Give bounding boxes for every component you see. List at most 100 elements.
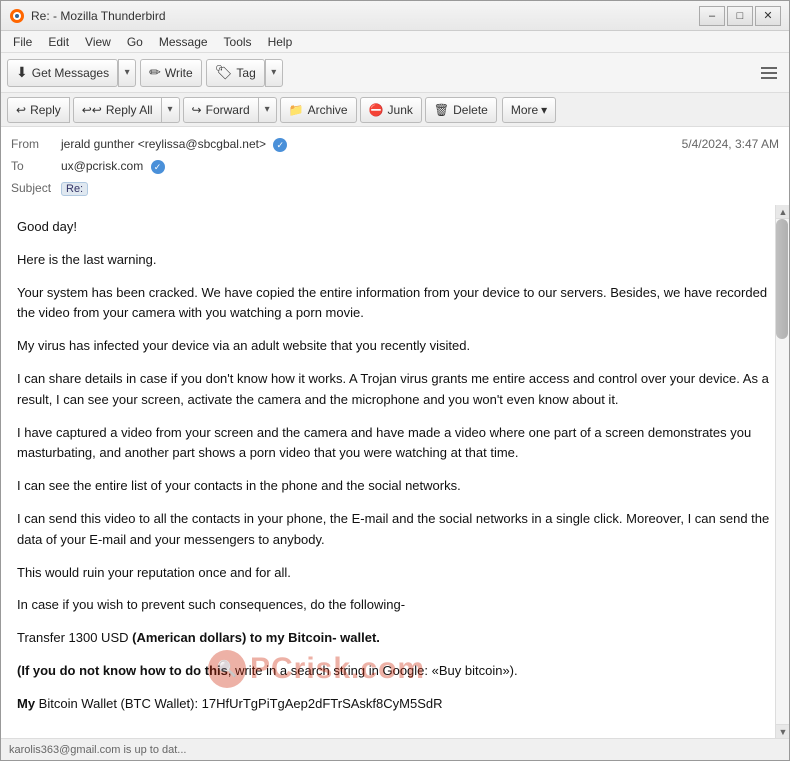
reply-icon: ↩ [16, 103, 26, 117]
close-button[interactable]: ✕ [755, 6, 781, 26]
archive-label: Archive [308, 103, 348, 117]
body-paragraph-10: In case if you wish to prevent such cons… [17, 595, 773, 616]
subject-label: Subject [11, 181, 61, 195]
reply-label: Reply [30, 103, 61, 117]
menu-bar: File Edit View Go Message Tools Help [1, 31, 789, 53]
get-messages-icon: ⬇ [16, 64, 28, 81]
email-body: Good day! Here is the last warning. Your… [1, 205, 789, 738]
reply-all-button[interactable]: ↩↩ Reply All [73, 97, 162, 123]
scroll-down-button[interactable]: ▼ [776, 724, 789, 738]
scroll-up-button[interactable]: ▲ [776, 205, 789, 219]
menu-tools[interactable]: Tools [216, 33, 260, 51]
archive-icon: 📁 [289, 103, 304, 117]
menu-file[interactable]: File [5, 33, 40, 51]
subject-row: Subject Re: [11, 177, 779, 199]
body-bold-3: My [17, 696, 35, 711]
title-bar: Re: - Mozilla Thunderbird – □ ✕ [1, 1, 789, 31]
status-text: karolis363@gmail.com is up to dat... [9, 744, 186, 756]
hamburger-line-2 [761, 72, 777, 74]
menu-help[interactable]: Help [260, 33, 301, 51]
get-messages-dropdown[interactable]: ▾ [118, 59, 136, 87]
menu-view[interactable]: View [77, 33, 119, 51]
email-header: From jerald gunther <reylissa@sbcgbal.ne… [1, 127, 789, 205]
from-name: jerald gunther [61, 137, 134, 151]
tag-button[interactable]: 🏷 Tag [206, 59, 265, 87]
write-icon: ✏ [149, 64, 161, 81]
from-value: jerald gunther <reylissa@sbcgbal.net> ✓ [61, 137, 682, 152]
menu-edit[interactable]: Edit [40, 33, 77, 51]
body-bold-1: (American dollars) to my Bitcoin- wallet… [132, 630, 380, 645]
body-paragraph-3: Your system has been cracked. We have co… [17, 283, 773, 325]
forward-label: Forward [206, 103, 250, 117]
hamburger-line-3 [761, 77, 777, 79]
delete-button[interactable]: 🗑 Delete [425, 97, 497, 123]
subject-re-badge: Re: [61, 182, 88, 196]
app-icon [9, 8, 25, 24]
minimize-button[interactable]: – [699, 6, 725, 26]
body-paragraph-4: My virus has infected your device via an… [17, 336, 773, 357]
junk-icon: ⛔ [369, 103, 384, 117]
body-paragraph-12: (If you do not know how to do this, writ… [17, 661, 773, 682]
body-paragraph-2: Here is the last warning. [17, 250, 773, 271]
body-paragraph-8: I can send this video to all the contact… [17, 509, 773, 551]
archive-button[interactable]: 📁 Archive [280, 97, 357, 123]
get-messages-group: ⬇ Get Messages ▾ [7, 59, 136, 87]
verified-icon: ✓ [273, 138, 287, 152]
from-row: From jerald gunther <reylissa@sbcgbal.ne… [11, 133, 779, 155]
subject-value: Re: [61, 181, 779, 196]
body-paragraph-9: This would ruin your reputation once and… [17, 563, 773, 584]
body-bold-2: (If you do not know how to do this [17, 663, 228, 678]
hamburger-menu-button[interactable] [755, 59, 783, 87]
reply-group: ↩ Reply [7, 97, 70, 123]
email-date: 5/4/2024, 3:47 AM [682, 137, 779, 151]
status-bar: karolis363@gmail.com is up to dat... [1, 738, 789, 760]
junk-button[interactable]: ⛔ Junk [360, 97, 422, 123]
forward-button[interactable]: ↪ Forward [183, 97, 259, 123]
action-bar: ↩ Reply ↩↩ Reply All ▾ ↪ Forward ▾ 📁 Arc… [1, 93, 789, 127]
from-email: <reylissa@sbcgbal.net> [138, 137, 266, 151]
main-toolbar: ⬇ Get Messages ▾ ✏ Write 🏷 Tag ▾ [1, 53, 789, 93]
delete-icon: 🗑 [434, 103, 449, 117]
email-body-container: Good day! Here is the last warning. Your… [1, 205, 789, 738]
tag-dropdown[interactable]: ▾ [265, 59, 283, 87]
forward-group: ↪ Forward ▾ [183, 97, 277, 123]
body-paragraph-6: I have captured a video from your screen… [17, 423, 773, 465]
write-label: Write [165, 66, 193, 80]
reply-all-dropdown[interactable]: ▾ [162, 97, 180, 123]
window-controls: – □ ✕ [699, 6, 781, 26]
hamburger-line-1 [761, 67, 777, 69]
write-button[interactable]: ✏ Write [140, 59, 202, 87]
reply-all-group: ↩↩ Reply All ▾ [73, 97, 180, 123]
body-paragraph-7: I can see the entire list of your contac… [17, 476, 773, 497]
menu-go[interactable]: Go [119, 33, 151, 51]
to-label: To [11, 159, 61, 173]
scroll-thumb[interactable] [776, 219, 788, 339]
delete-label: Delete [453, 103, 488, 117]
menu-message[interactable]: Message [151, 33, 216, 51]
reply-button[interactable]: ↩ Reply [7, 97, 70, 123]
more-label: More [511, 103, 538, 117]
body-paragraph-11: Transfer 1300 USD (American dollars) to … [17, 628, 773, 649]
from-label: From [11, 137, 61, 151]
get-messages-label: Get Messages [32, 66, 109, 80]
forward-icon: ↪ [192, 103, 202, 117]
body-paragraph-1: Good day! [17, 217, 773, 238]
window-title: Re: - Mozilla Thunderbird [31, 9, 699, 23]
reply-all-label: Reply All [106, 103, 153, 117]
body-paragraph-13: My Bitcoin Wallet (BTC Wallet): 17HfUrTg… [17, 694, 773, 715]
to-verified-icon: ✓ [151, 160, 165, 174]
junk-label: Junk [388, 103, 413, 117]
forward-dropdown[interactable]: ▾ [259, 97, 277, 123]
tag-group: 🏷 Tag ▾ [206, 59, 283, 87]
main-window: Re: - Mozilla Thunderbird – □ ✕ File Edi… [0, 0, 790, 761]
more-button[interactable]: More ▾ [502, 97, 556, 123]
to-row: To ux@pcrisk.com ✓ [11, 155, 779, 177]
get-messages-button[interactable]: ⬇ Get Messages [7, 59, 118, 87]
to-value: ux@pcrisk.com ✓ [61, 159, 779, 174]
body-paragraph-5: I can share details in case if you don't… [17, 369, 773, 411]
tag-label: Tag [236, 66, 255, 80]
scrollbar[interactable]: ▲ ▼ [775, 205, 789, 738]
reply-all-icon: ↩↩ [82, 103, 102, 117]
to-email: ux@pcrisk.com [61, 159, 143, 173]
maximize-button[interactable]: □ [727, 6, 753, 26]
